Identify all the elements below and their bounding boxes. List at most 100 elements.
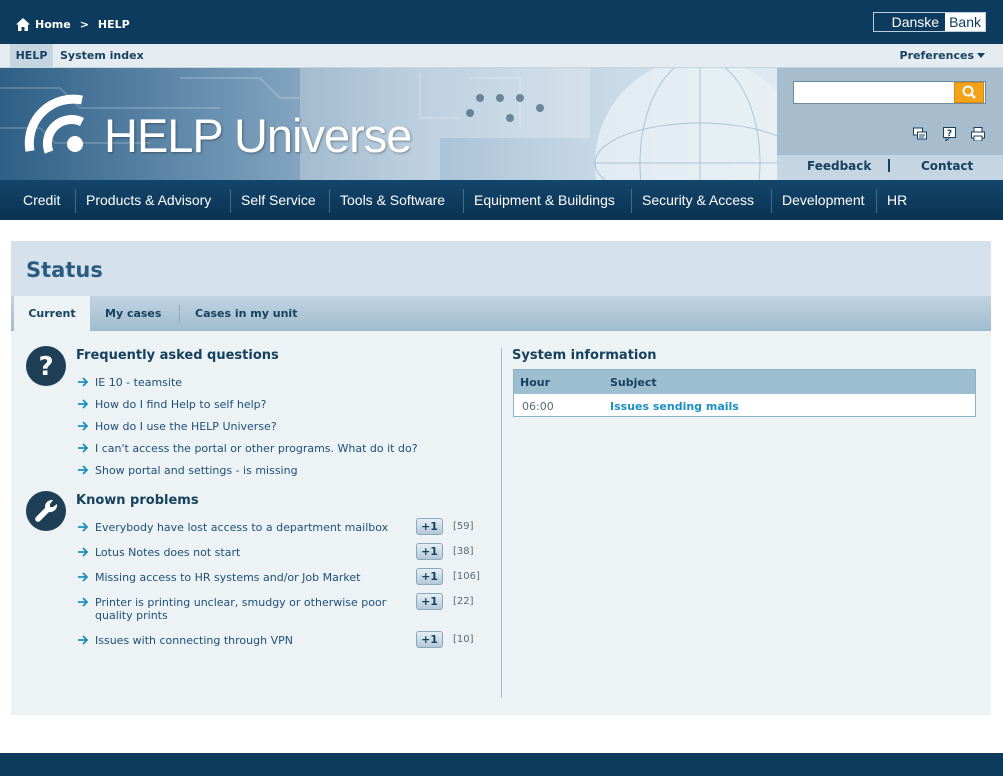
breadcrumb-home-link[interactable]: Home [35, 18, 71, 31]
table-header: Hour Subject [514, 370, 975, 394]
breadcrumb-current[interactable]: HELP [98, 18, 130, 31]
problem-item-label: Everybody have lost access to a departme… [95, 521, 389, 534]
arrow-right-icon [78, 547, 89, 557]
wrench-icon [26, 491, 66, 531]
problem-item[interactable]: Lotus Notes does not start [77, 546, 407, 559]
subnav-tab-system-index[interactable]: System index [60, 44, 144, 68]
feedback-separator [888, 159, 890, 172]
faq-item[interactable]: IE 10 - teamsite [77, 376, 182, 389]
main-navigation: Credit Products & Advisory Self Service … [0, 180, 1003, 220]
nav-divider [463, 189, 464, 213]
nav-item-development[interactable]: Development [782, 180, 865, 220]
column-header-subject: Subject [610, 376, 657, 389]
brand-logo-left: Danske [873, 13, 946, 31]
problem-item-label: Printer is printing unclear, smudgy or o… [95, 596, 387, 622]
problem-item[interactable]: Missing access to HR systems and/or Job … [77, 571, 407, 584]
nav-item-credit[interactable]: Credit [23, 180, 60, 220]
nav-divider [230, 189, 231, 213]
vote-button[interactable]: +1 [416, 568, 443, 585]
problem-item-label: Missing access to HR systems and/or Job … [95, 571, 361, 584]
problem-item-label: Issues with connecting through VPN [95, 634, 293, 647]
problem-item[interactable]: Everybody have lost access to a departme… [77, 521, 407, 534]
brand-logo-right: Bank [945, 13, 985, 31]
arrow-right-icon [78, 399, 89, 409]
nav-item-hr[interactable]: HR [887, 180, 907, 220]
preferences-label: Preferences [899, 49, 974, 62]
faq-item-label: I can't access the portal or other progr… [95, 442, 418, 455]
problem-item[interactable]: Issues with connecting through VPN [77, 634, 407, 647]
banner-title: HELP Universe [104, 109, 412, 162]
vote-button[interactable]: +1 [416, 593, 443, 610]
faq-item[interactable]: How do I find Help to self help? [77, 398, 266, 411]
breadcrumb: Home > HELP [16, 18, 130, 31]
table-cell-subject-link[interactable]: Issues sending mails [610, 400, 739, 413]
system-information-title: System information [512, 348, 657, 363]
column-header-hour: Hour [520, 376, 551, 389]
nav-divider [631, 189, 632, 213]
tab-cases-in-my-unit[interactable]: Cases in my unit [195, 296, 297, 331]
nav-item-products-advisory[interactable]: Products & Advisory [86, 180, 211, 220]
arrow-right-icon [78, 443, 89, 453]
nav-divider [75, 189, 76, 213]
chevron-down-icon [977, 53, 985, 58]
home-icon[interactable] [16, 18, 30, 31]
top-bar: Home > HELP Danske Bank [0, 0, 1003, 44]
vote-button[interactable]: +1 [416, 631, 443, 648]
tab-divider [179, 305, 180, 323]
search-button[interactable] [954, 82, 984, 103]
nav-item-tools-software[interactable]: Tools & Software [340, 180, 445, 220]
tab-my-cases[interactable]: My cases [105, 296, 161, 331]
table-cell-hour: 06:00 [522, 400, 554, 413]
contact-link[interactable]: Contact [921, 159, 973, 173]
page-title: Status [26, 258, 103, 282]
preferences-menu[interactable]: Preferences [900, 44, 985, 68]
nav-item-equipment-buildings[interactable]: Equipment & Buildings [474, 180, 615, 220]
breadcrumb-separator: > [79, 18, 89, 31]
arrow-right-icon [78, 597, 89, 607]
arrow-right-icon [78, 465, 89, 475]
faq-item-label: How do I use the HELP Universe? [95, 420, 277, 433]
vote-count: [38] [453, 546, 474, 557]
svg-text:?: ? [947, 129, 952, 139]
banner: HELP Universe [0, 68, 777, 180]
vote-count: [106] [453, 571, 480, 582]
nav-divider [876, 189, 877, 213]
faq-item-label: Show portal and settings - is missing [95, 464, 298, 477]
faq-item[interactable]: How do I use the HELP Universe? [77, 420, 277, 433]
arrow-right-icon [78, 421, 89, 431]
vote-count: [10] [453, 634, 474, 645]
subnav-tab-help[interactable]: HELP [10, 44, 53, 68]
arrow-right-icon [78, 522, 89, 532]
svg-text:?: ? [38, 352, 53, 382]
status-header: Status [11, 241, 991, 296]
problem-item-label: Lotus Notes does not start [95, 546, 241, 559]
faq-item-label: IE 10 - teamsite [95, 376, 183, 389]
faq-item[interactable]: Show portal and settings - is missing [77, 464, 298, 477]
vote-button[interactable]: +1 [416, 543, 443, 560]
nav-divider [771, 189, 772, 213]
arrow-right-icon [78, 572, 89, 582]
problem-item[interactable]: Printer is printing unclear, smudgy or o… [77, 596, 407, 622]
known-problems-title: Known problems [76, 493, 199, 508]
nav-item-security-access[interactable]: Security & Access [642, 180, 754, 220]
chat-icon[interactable] [913, 127, 927, 141]
help-icon[interactable]: ? [943, 127, 957, 141]
print-icon[interactable] [971, 127, 985, 141]
footer [0, 753, 1003, 776]
status-tabs: Current My cases Cases in my unit [11, 296, 991, 331]
brand-logo[interactable]: Danske Bank [872, 12, 986, 32]
search-icon [962, 85, 976, 99]
vote-button[interactable]: +1 [416, 518, 443, 535]
vote-count: [22] [453, 596, 474, 607]
feedback-link[interactable]: Feedback [807, 159, 871, 173]
nav-divider [329, 189, 330, 213]
faq-item-label: How do I find Help to self help? [95, 398, 267, 411]
sub-navigation: HELP System index Preferences [0, 44, 1003, 68]
faq-item[interactable]: I can't access the portal or other progr… [77, 442, 418, 455]
column-divider [501, 348, 502, 698]
vote-count: [59] [453, 521, 474, 532]
arrow-right-icon [78, 377, 89, 387]
tab-current[interactable]: Current [14, 296, 90, 331]
nav-item-self-service[interactable]: Self Service [241, 180, 316, 220]
faq-title: Frequently asked questions [76, 348, 279, 363]
